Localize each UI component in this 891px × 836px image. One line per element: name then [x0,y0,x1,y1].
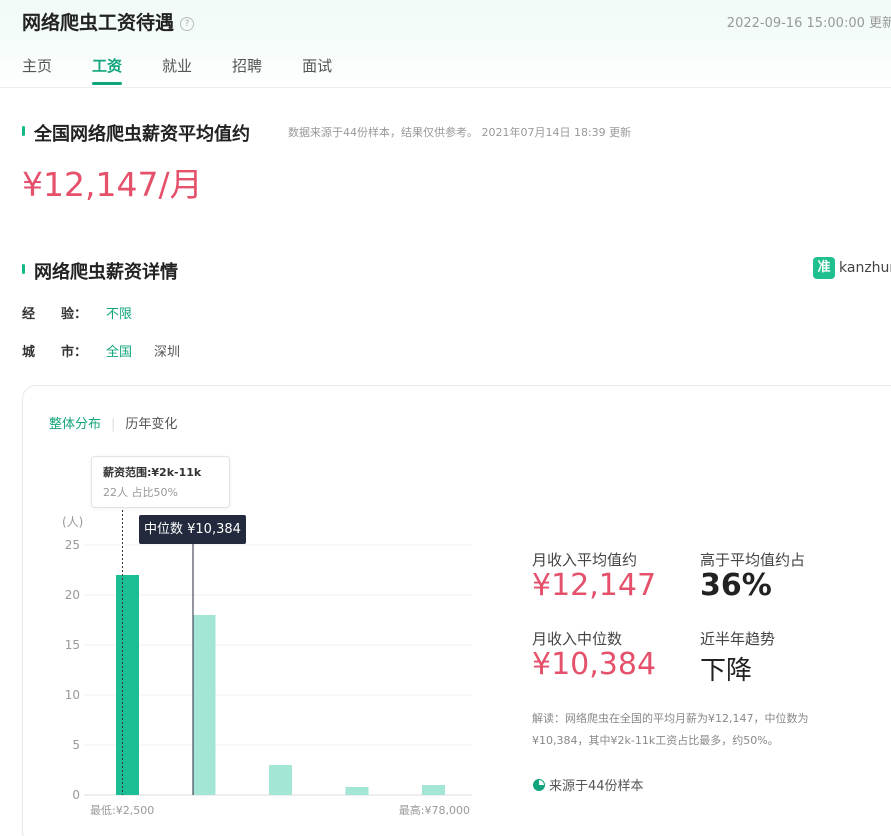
above-avg-value: 36% [700,568,772,603]
tooltip-title: 薪资范围:¥2k-11k [103,466,202,479]
chart-bar [116,575,139,795]
median-stat-value: ¥10,384 [532,647,657,682]
kanzhun-logo-icon: 准 [813,257,835,279]
y-tick-label: 0 [72,788,80,802]
tab-home[interactable]: 主页 [22,55,52,85]
page-title-text: 网络爬虫工资待遇 [22,12,175,34]
pie-chart-icon [533,779,545,791]
x-max-label: 最高:¥78,000 [399,803,470,817]
trend-value: 下降 [700,656,753,686]
chart-tooltip: 薪资范围:¥2k-11k 22人 占比50% [91,456,230,508]
chart-bar [345,787,369,795]
chart-bar [192,615,216,795]
median-stat-label: 月收入中位数 [532,630,623,648]
subtab-distribution[interactable]: 整体分布 [49,417,101,432]
city-filter: 城 市： 全国 深圳 [22,341,202,360]
trend-label: 近半年趋势 [700,630,776,648]
tab-employment[interactable]: 就业 [162,55,192,85]
brand-logo[interactable]: 准kanzhun [813,257,891,279]
y-tick-label: 5 [72,738,80,752]
y-tick-label: 10 [65,688,80,702]
page-title: 网络爬虫工资待遇? [22,8,195,35]
experience-filter: 经 验： 不限 [22,303,154,322]
city-option-shenzhen[interactable]: 深圳 [154,341,180,360]
average-salary: ¥12,147/月 [22,165,203,204]
header-bar: 网络爬虫工资待遇? 2022-09-16 15:00:00 更新 主页 工资 就… [0,0,891,88]
y-tick-label: 20 [65,588,80,602]
x-min-label: 最低:¥2,500 [90,804,154,817]
source-note: 数据来源于44份样本，结果仅供参考。 2021年07月14日 18:39 更新 [288,126,632,139]
details-title: 网络爬虫薪资详情 [22,258,178,284]
city-option-national[interactable]: 全国 [106,341,132,360]
chart-subtabs: 整体分布 | 历年变化 [49,413,177,432]
tab-salary[interactable]: 工资 [92,55,123,85]
tab-interview[interactable]: 面试 [302,55,332,85]
sample-text: 来源于44份样本 [549,779,644,794]
sample-source: 来源于44份样本 [533,775,644,794]
experience-option-any[interactable]: 不限 [106,303,132,322]
main-tabs: 主页 工资 就业 招聘 面试 [22,55,372,85]
explanation-text: 解读：网络爬虫在全国的平均月薪为¥12,147，中位数为¥10,384，其中¥2… [532,712,809,747]
subtab-divider: | [111,417,116,432]
median-marker-label: 中位数 ¥10,384 [139,515,246,544]
y-tick-label: 25 [65,538,80,552]
above-avg-label: 高于平均值约占 [700,551,806,569]
city-label: 城 市： [22,345,88,360]
y-tick-label: 15 [65,638,80,652]
subtab-history[interactable]: 历年变化 [125,417,177,432]
tab-recruit[interactable]: 招聘 [232,55,262,85]
brand-text: kanzhun [839,260,891,276]
update-time: 2022-09-16 15:00:00 更新 [726,16,891,31]
chart-bar [422,785,445,795]
experience-label: 经 验： [22,307,88,322]
chart-bar [269,765,292,795]
tooltip-sub: 22人 占比50% [103,486,178,499]
avg-value: ¥12,147 [532,568,657,603]
y-axis-label: (人) [62,515,83,529]
avg-label: 月收入平均值约 [532,551,638,569]
question-circle-icon[interactable]: ? [180,17,195,31]
summary-title: 全国网络爬虫薪资平均值约 [22,120,250,146]
